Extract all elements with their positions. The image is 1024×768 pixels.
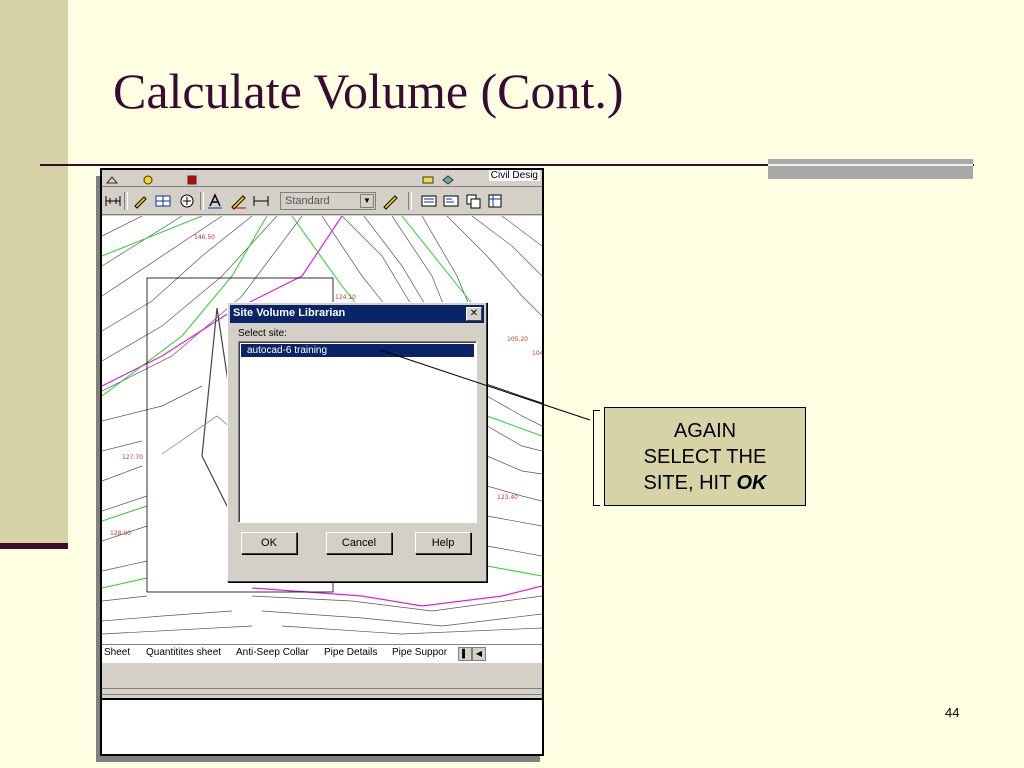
toolbar-separator — [408, 192, 412, 210]
tab-quantities-sheet[interactable]: Quantitites sheet — [146, 647, 221, 658]
callout-leader — [380, 349, 591, 421]
dimension-icon[interactable] — [252, 192, 270, 210]
dimension-icon[interactable] — [104, 192, 122, 210]
tab-scroll-left-icon[interactable]: ▌ — [458, 647, 472, 661]
status-line — [102, 690, 542, 695]
contour-label: 124.10 — [335, 294, 356, 301]
layer-icon[interactable] — [420, 192, 438, 210]
cancel-button[interactable]: Cancel — [326, 532, 392, 554]
select-site-label: Select site: — [238, 328, 287, 339]
callout-bracket — [593, 410, 600, 506]
pencil-icon[interactable] — [132, 192, 150, 210]
layer-icon[interactable] — [464, 192, 482, 210]
contour-label: 146.50 — [194, 234, 215, 241]
help-button[interactable]: Help — [415, 532, 471, 554]
callout-line-2: SELECT THE — [643, 446, 767, 468]
dialog-title: Site Volume Librarian — [233, 307, 346, 319]
snap-icon[interactable] — [154, 192, 172, 210]
contour-label: 127.70 — [122, 454, 143, 461]
top-toolbar: Civil Desig — [102, 170, 542, 187]
pencil-icon[interactable] — [382, 192, 400, 210]
tab-pipe-details[interactable]: Pipe Details — [324, 647, 377, 658]
toolbar-separator — [124, 192, 128, 210]
pencil-icon[interactable] — [230, 192, 248, 210]
tab-anti-seep-collar[interactable]: Anti-Seep Collar — [236, 647, 309, 658]
left-accent-band — [0, 0, 68, 546]
ok-button[interactable]: OK — [241, 532, 297, 554]
layer-icon[interactable] — [442, 172, 454, 185]
layer-icon[interactable] — [442, 192, 460, 210]
callout-line-3: SITE, HIT OK — [605, 470, 805, 496]
app-title-text: Civil Desig — [488, 170, 540, 181]
tool-icon[interactable] — [186, 172, 198, 185]
slide-title: Calculate Volume (Cont.) — [113, 63, 624, 119]
style-select-value: Standard — [285, 195, 330, 207]
tab-pipe-support[interactable]: Pipe Suppor — [392, 647, 447, 658]
contour-label: 128.00 — [110, 530, 131, 537]
left-accent-line — [0, 543, 68, 549]
layer-icon[interactable] — [486, 192, 504, 210]
close-icon[interactable]: ✕ — [466, 307, 482, 321]
text-style-icon[interactable] — [206, 192, 224, 210]
dialog-title-bar[interactable]: Site Volume Librarian ✕ — [230, 305, 484, 323]
callout-line-3-text: SITE, HIT — [643, 472, 737, 494]
sheet-tab-bar: Sheet Quantitites sheet Anti-Seep Collar… — [102, 644, 542, 663]
tool-icon[interactable] — [105, 172, 119, 184]
tab-sheet[interactable]: Sheet — [104, 647, 130, 658]
tool-icon[interactable] — [142, 172, 154, 185]
command-line[interactable] — [102, 698, 542, 754]
toolbar-separator — [200, 192, 204, 210]
style-select[interactable]: Standard ▼ — [280, 192, 376, 210]
callout-line-1: AGAIN — [673, 420, 737, 442]
dropdown-arrow-icon[interactable]: ▼ — [360, 194, 374, 208]
page-number: 44 — [945, 705, 960, 720]
tool-icon[interactable] — [422, 172, 434, 184]
status-area — [102, 664, 542, 689]
contour-label: 123.40 — [497, 494, 518, 501]
main-toolbar: Standard ▼ — [102, 188, 542, 215]
title-accent-highlight — [768, 164, 973, 166]
title-accent-block — [768, 159, 973, 179]
instruction-callout: AGAIN SELECT THE SITE, HIT OK — [604, 407, 806, 506]
callout-ok-emphasis: OK — [736, 472, 767, 494]
target-icon[interactable] — [178, 192, 196, 210]
tab-scroll-left-icon[interactable]: ◀ — [472, 647, 486, 661]
